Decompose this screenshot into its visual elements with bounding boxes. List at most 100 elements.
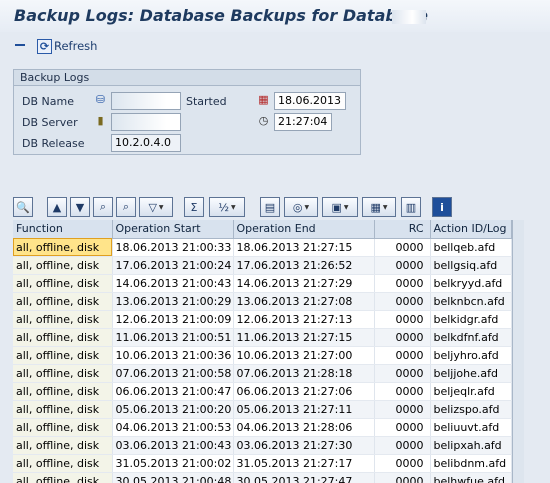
cell-action-id[interactable]: beljjohe.afd bbox=[430, 364, 512, 383]
table-row[interactable]: all, offline, disk 07.06.2013 21:00:58 07.… bbox=[13, 364, 512, 383]
sort-descending-icon[interactable]: ▼ bbox=[70, 197, 90, 217]
cell-action-id[interactable]: beljeqlr.afd bbox=[430, 382, 512, 401]
cell-function[interactable]: all, offline, disk bbox=[13, 418, 113, 437]
table-row[interactable]: all, offline, disk 10.06.2013 21:00:36 10.… bbox=[13, 346, 512, 365]
cell-rc[interactable]: 0000 bbox=[374, 238, 431, 257]
cell-operation-start[interactable]: 10.06.2013 21:00:36 bbox=[112, 346, 234, 365]
cell-operation-end[interactable]: 05.06.2013 21:27:11 bbox=[233, 400, 375, 419]
total-icon[interactable]: Σ bbox=[184, 197, 204, 217]
cell-operation-start[interactable]: 06.06.2013 21:00:47 bbox=[112, 382, 234, 401]
cell-action-id[interactable]: belibdnm.afd bbox=[430, 454, 512, 473]
db-release-field[interactable]: 10.2.0.4.0 bbox=[111, 134, 181, 152]
cell-operation-end[interactable]: 03.06.2013 21:27:30 bbox=[233, 436, 375, 455]
cell-rc[interactable]: 0000 bbox=[374, 436, 431, 455]
table-row[interactable]: all, offline, disk 31.05.2013 21:00:02 31.… bbox=[13, 454, 512, 473]
cell-operation-end[interactable]: 11.06.2013 21:27:15 bbox=[233, 328, 375, 347]
cell-operation-start[interactable]: 17.06.2013 21:00:24 bbox=[112, 256, 234, 275]
cell-operation-start[interactable]: 04.06.2013 21:00:53 bbox=[112, 418, 234, 437]
column-header-operation-end[interactable]: Operation End bbox=[233, 220, 375, 239]
cell-action-id[interactable]: beliuuvt.afd bbox=[430, 418, 512, 437]
cell-function[interactable]: all, offline, disk bbox=[13, 400, 113, 419]
cell-rc[interactable]: 0000 bbox=[374, 310, 431, 329]
cell-function[interactable]: all, offline, disk bbox=[13, 328, 113, 347]
cell-operation-end[interactable]: 18.06.2013 21:27:15 bbox=[233, 238, 375, 257]
cell-operation-start[interactable]: 05.06.2013 21:00:20 bbox=[112, 400, 234, 419]
cell-operation-start[interactable]: 13.06.2013 21:00:29 bbox=[112, 292, 234, 311]
cell-action-id[interactable]: belkdfnf.afd bbox=[430, 328, 512, 347]
vertical-scrollbar[interactable] bbox=[512, 220, 524, 483]
cell-function[interactable]: all, offline, disk bbox=[13, 310, 113, 329]
cell-function[interactable]: all, offline, disk bbox=[13, 436, 113, 455]
cell-rc[interactable]: 0000 bbox=[374, 454, 431, 473]
table-row[interactable]: all, offline, disk 13.06.2013 21:00:29 13.… bbox=[13, 292, 512, 311]
table-row[interactable]: all, offline, disk 04.06.2013 21:00:53 04.… bbox=[13, 418, 512, 437]
cell-function[interactable]: all, offline, disk bbox=[13, 472, 113, 483]
print-preview-icon[interactable]: ▤ bbox=[260, 197, 280, 217]
cell-operation-start[interactable]: 11.06.2013 21:00:51 bbox=[112, 328, 234, 347]
db-server-field[interactable] bbox=[111, 113, 181, 131]
views-icon[interactable]: ◎ ▼ bbox=[284, 197, 318, 217]
graphic-icon[interactable]: ▥ bbox=[401, 197, 421, 217]
cell-operation-end[interactable]: 14.06.2013 21:27:29 bbox=[233, 274, 375, 293]
cell-action-id[interactable]: bellqeb.afd bbox=[430, 238, 512, 257]
table-row[interactable]: all, offline, disk 17.06.2013 21:00:24 17.… bbox=[13, 256, 512, 275]
db-name-field[interactable] bbox=[111, 92, 181, 110]
cell-function[interactable]: all, offline, disk bbox=[13, 382, 113, 401]
cell-operation-end[interactable]: 31.05.2013 21:27:17 bbox=[233, 454, 375, 473]
cell-operation-start[interactable]: 03.06.2013 21:00:43 bbox=[112, 436, 234, 455]
cell-operation-end[interactable]: 30.05.2013 21:27:47 bbox=[233, 472, 375, 483]
cell-rc[interactable]: 0000 bbox=[374, 292, 431, 311]
cell-rc[interactable]: 0000 bbox=[374, 400, 431, 419]
column-header-function[interactable]: Function bbox=[13, 220, 113, 239]
cell-action-id[interactable]: belknbcn.afd bbox=[430, 292, 512, 311]
table-row[interactable]: all, offline, disk 03.06.2013 21:00:43 03.… bbox=[13, 436, 512, 455]
cell-operation-start[interactable]: 30.05.2013 21:00:48 bbox=[112, 472, 234, 483]
export-icon[interactable]: ▣ ▼ bbox=[322, 197, 358, 217]
cell-operation-end[interactable]: 13.06.2013 21:27:08 bbox=[233, 292, 375, 311]
filter-icon[interactable]: ▽ ▼ bbox=[139, 197, 173, 217]
find-next-icon[interactable]: ⌕ bbox=[116, 197, 136, 217]
sort-ascending-icon[interactable]: ▲ bbox=[47, 197, 67, 217]
cell-rc[interactable]: 0000 bbox=[374, 256, 431, 275]
cell-operation-end[interactable]: 06.06.2013 21:27:06 bbox=[233, 382, 375, 401]
info-icon[interactable]: i bbox=[432, 197, 452, 217]
select-icon[interactable] bbox=[12, 39, 26, 52]
cell-rc[interactable]: 0000 bbox=[374, 274, 431, 293]
cell-rc[interactable]: 0000 bbox=[374, 346, 431, 365]
column-header-operation-start[interactable]: Operation Start bbox=[112, 220, 234, 239]
cell-function[interactable]: all, offline, disk bbox=[13, 238, 113, 257]
column-header-rc[interactable]: RC bbox=[374, 220, 431, 239]
cell-operation-start[interactable]: 31.05.2013 21:00:02 bbox=[112, 454, 234, 473]
cell-rc[interactable]: 0000 bbox=[374, 328, 431, 347]
cell-action-id[interactable]: bellgsiq.afd bbox=[430, 256, 512, 275]
subtotal-icon[interactable]: ½ ▼ bbox=[209, 197, 245, 217]
table-row[interactable]: all, offline, disk 06.06.2013 21:00:47 06.… bbox=[13, 382, 512, 401]
cell-operation-end[interactable]: 10.06.2013 21:27:00 bbox=[233, 346, 375, 365]
cell-operation-end[interactable]: 17.06.2013 21:26:52 bbox=[233, 256, 375, 275]
cell-operation-start[interactable]: 18.06.2013 21:00:33 bbox=[112, 238, 234, 257]
table-row[interactable]: all, offline, disk 12.06.2013 21:00:09 12.… bbox=[13, 310, 512, 329]
cell-rc[interactable]: 0000 bbox=[374, 418, 431, 437]
cell-function[interactable]: all, offline, disk bbox=[13, 454, 113, 473]
column-header-action-id[interactable]: Action ID/Log bbox=[430, 220, 512, 239]
cell-rc[interactable]: 0000 bbox=[374, 364, 431, 383]
cell-operation-end[interactable]: 12.06.2013 21:27:13 bbox=[233, 310, 375, 329]
cell-action-id[interactable]: belkidgr.afd bbox=[430, 310, 512, 329]
cell-operation-end[interactable]: 07.06.2013 21:28:18 bbox=[233, 364, 375, 383]
cell-action-id[interactable]: belkryyd.afd bbox=[430, 274, 512, 293]
table-row[interactable]: all, offline, disk 11.06.2013 21:00:51 11.… bbox=[13, 328, 512, 347]
table-row[interactable]: all, offline, disk 30.05.2013 21:00:48 30.… bbox=[13, 472, 512, 483]
table-row[interactable]: all, offline, disk 14.06.2013 21:00:43 14.… bbox=[13, 274, 512, 293]
cell-action-id[interactable]: belizspo.afd bbox=[430, 400, 512, 419]
cell-rc[interactable]: 0000 bbox=[374, 382, 431, 401]
cell-action-id[interactable]: belhwfue.afd bbox=[430, 472, 512, 483]
cell-operation-start[interactable]: 12.06.2013 21:00:09 bbox=[112, 310, 234, 329]
layout-icon[interactable]: ▦ ▼ bbox=[362, 197, 396, 217]
table-row[interactable]: all, offline, disk 18.06.2013 21:00:33 18.… bbox=[13, 238, 512, 257]
refresh-button[interactable]: ⟳ Refresh bbox=[37, 37, 97, 55]
cell-operation-start[interactable]: 07.06.2013 21:00:58 bbox=[112, 364, 234, 383]
table-row[interactable]: all, offline, disk 05.06.2013 21:00:20 05.… bbox=[13, 400, 512, 419]
cell-function[interactable]: all, offline, disk bbox=[13, 274, 113, 293]
cell-function[interactable]: all, offline, disk bbox=[13, 292, 113, 311]
cell-function[interactable]: all, offline, disk bbox=[13, 256, 113, 275]
